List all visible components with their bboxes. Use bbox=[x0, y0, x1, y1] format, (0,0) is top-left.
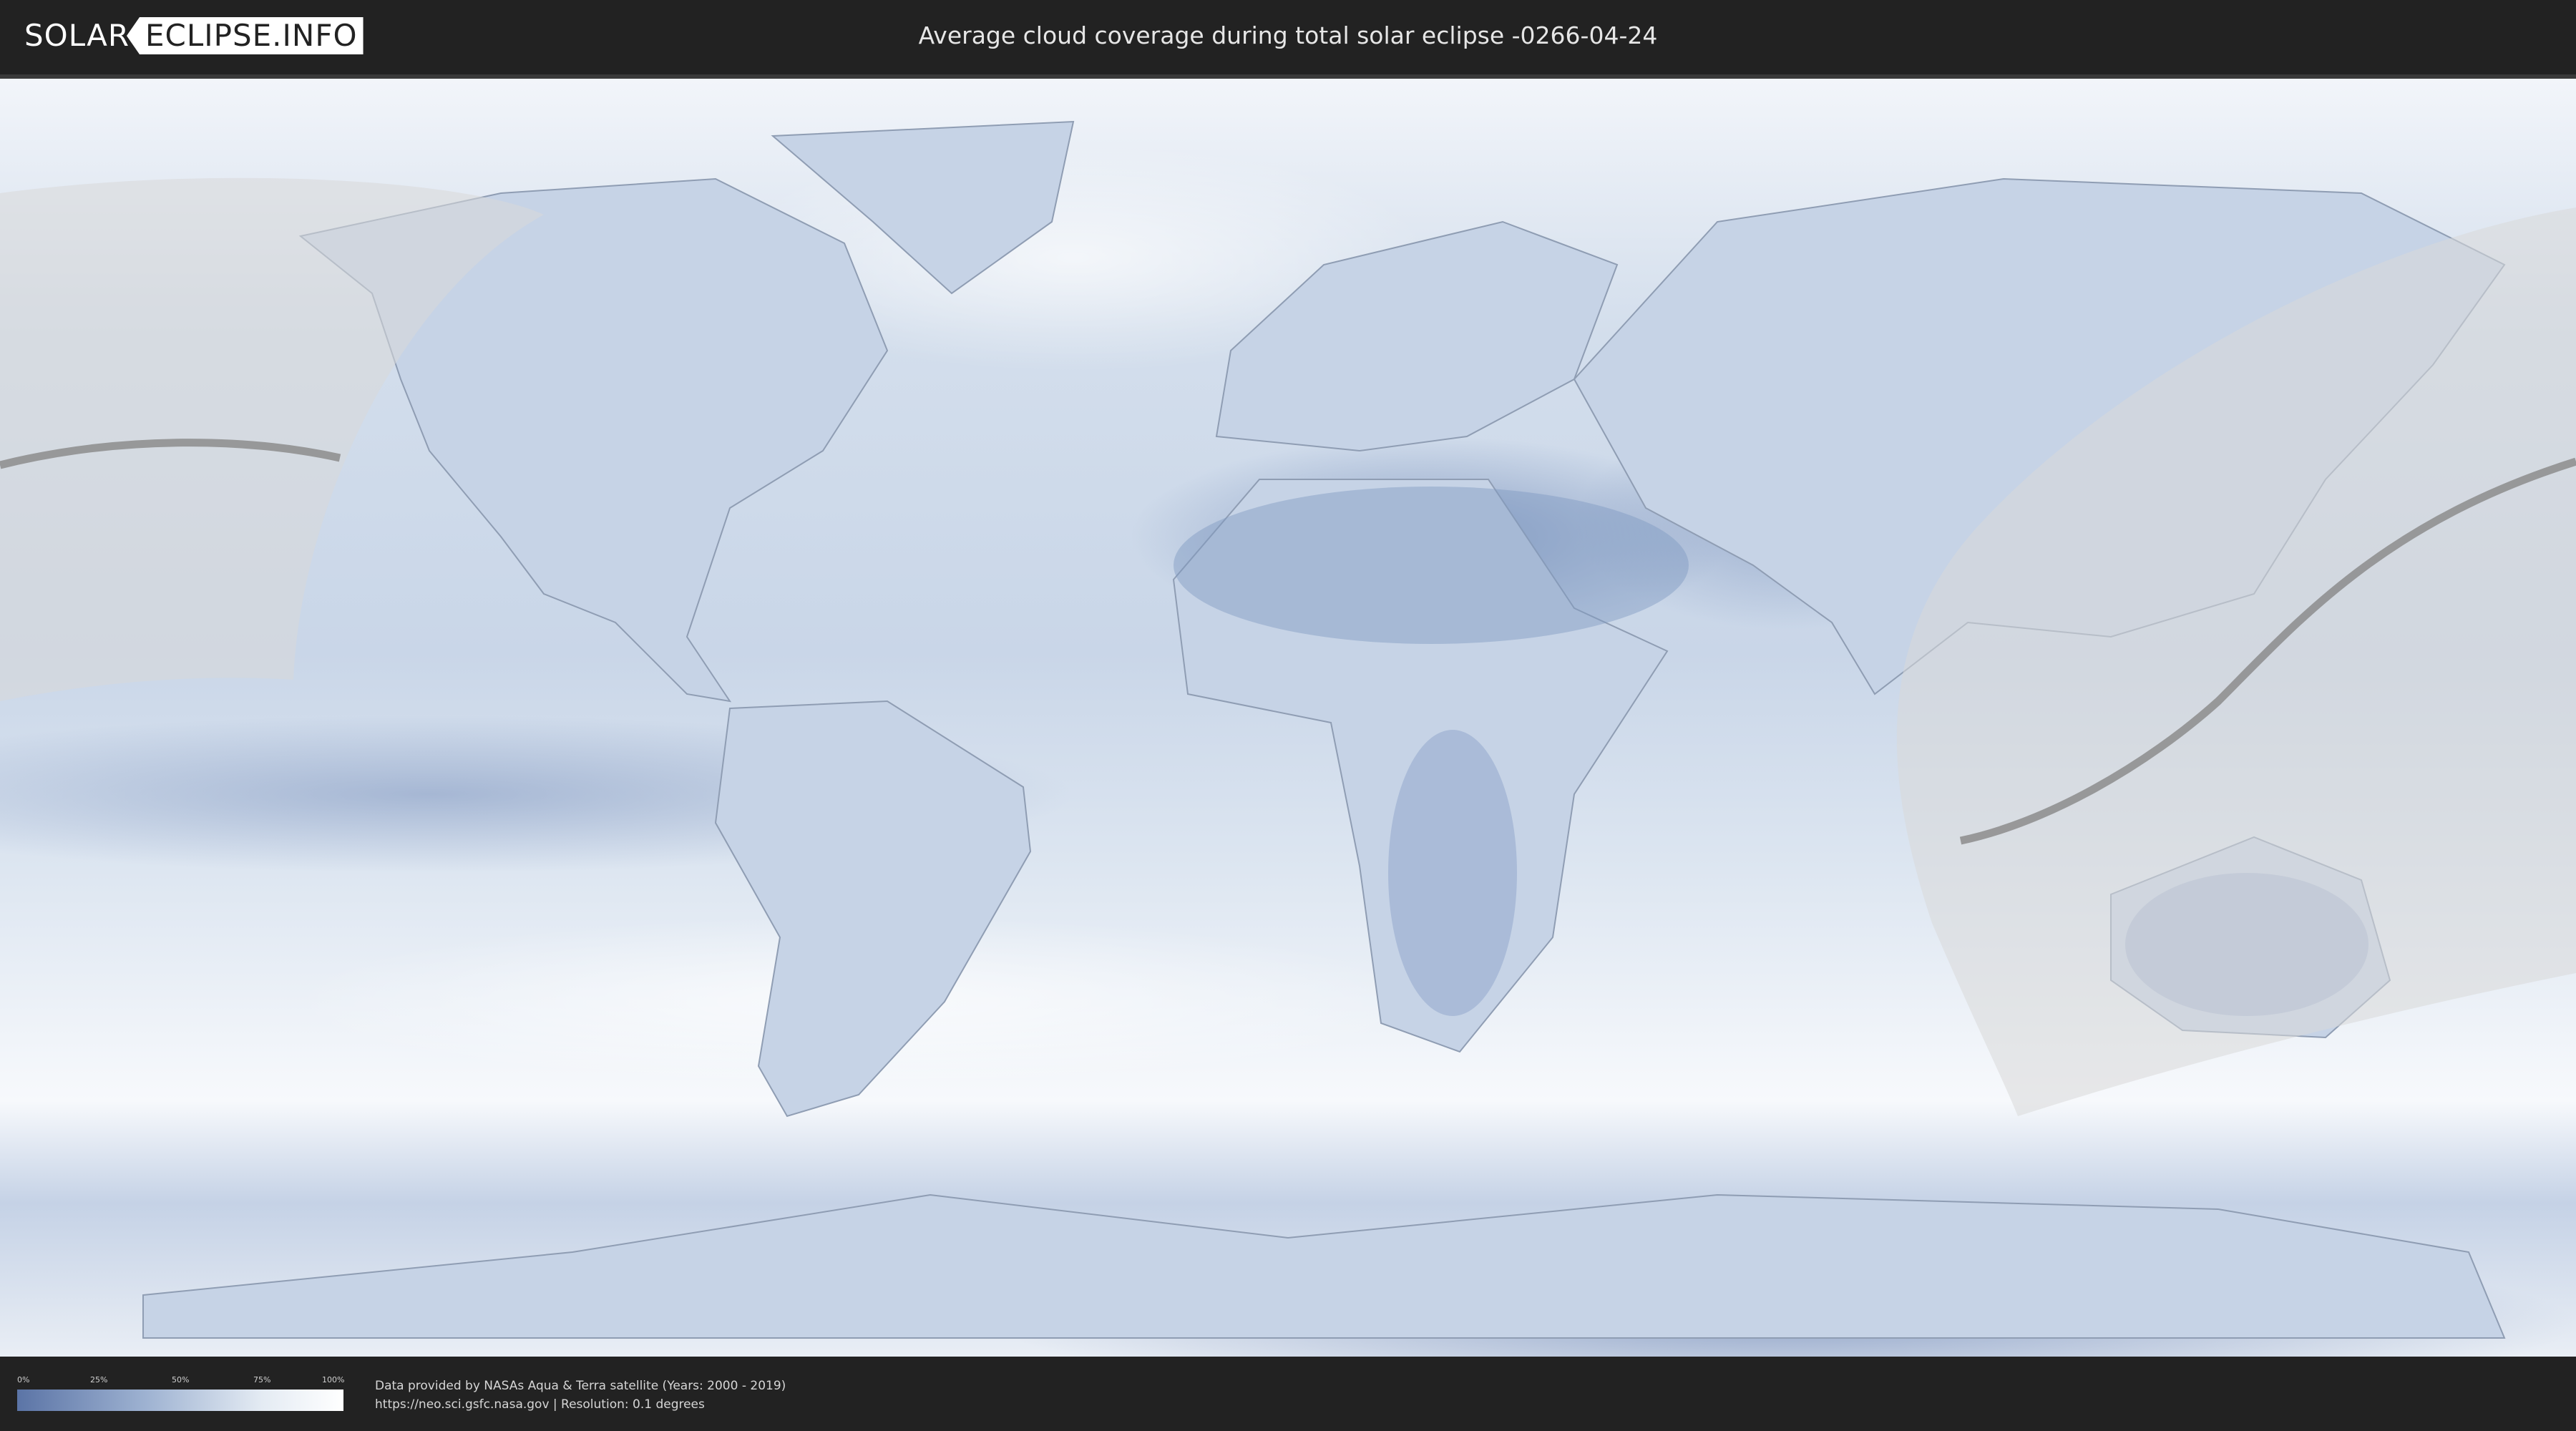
cloud-coverage-legend: 0% 25% 50% 75% 100% bbox=[17, 1375, 345, 1411]
legend-ticks: 0% 25% 50% 75% 100% bbox=[17, 1375, 345, 1385]
world-map-graphic bbox=[0, 79, 2576, 1357]
sahara-clear-sky bbox=[1174, 487, 1689, 644]
top-bar: SOLAR ECLIPSE.INFO Average cloud coverag… bbox=[0, 0, 2576, 72]
credits-source: Data provided by NASAs Aqua & Terra sate… bbox=[375, 1379, 786, 1393]
legend-color-bar bbox=[17, 1390, 343, 1411]
legend-tick-50: 50% bbox=[172, 1375, 190, 1384]
legend-tick-0: 0% bbox=[17, 1375, 30, 1384]
legend-tick-100: 100% bbox=[322, 1375, 345, 1384]
page-title: Average cloud coverage during total sola… bbox=[918, 21, 1658, 49]
legend-tick-75: 75% bbox=[253, 1375, 271, 1384]
credits-url[interactable]: https://neo.sci.gsfc.nasa.gov | Resoluti… bbox=[375, 1395, 786, 1414]
data-credits: Data provided by NASAs Aqua & Terra sate… bbox=[375, 1377, 786, 1414]
cloud-coverage-map bbox=[0, 79, 2576, 1357]
legend-tick-25: 25% bbox=[90, 1375, 108, 1384]
southern-africa-clear-sky bbox=[1388, 730, 1517, 1016]
